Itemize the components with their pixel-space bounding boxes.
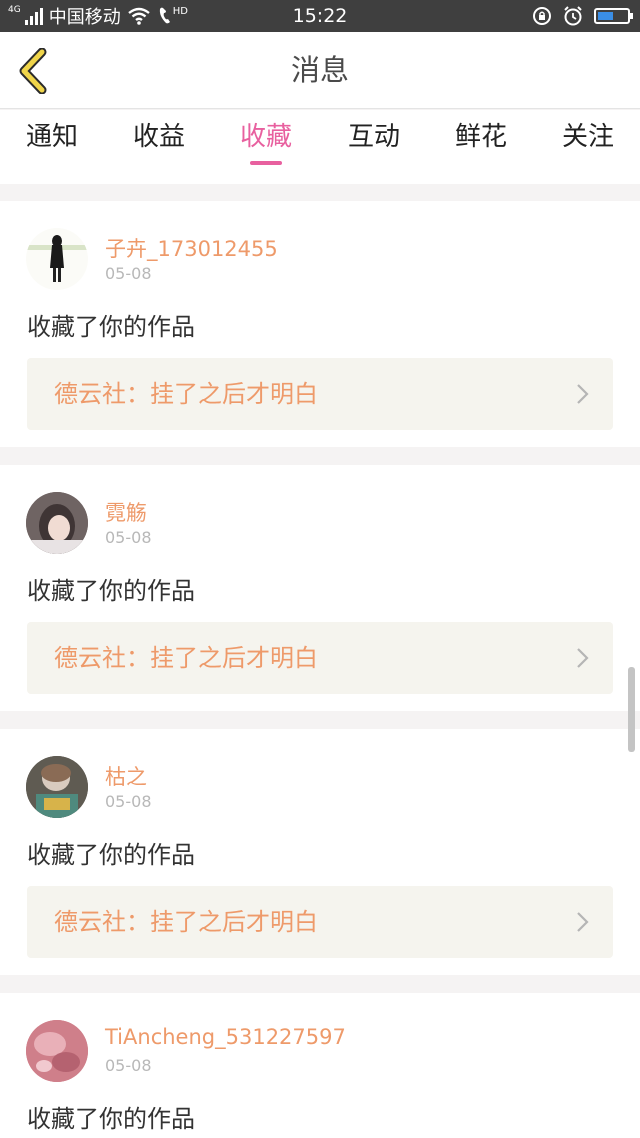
- work-title: 德云社：挂了之后才明白: [54, 908, 318, 936]
- tab-label: 收藏: [239, 122, 292, 152]
- username[interactable]: TiAncheng_531227597: [105, 1025, 346, 1049]
- work-link[interactable]: 德云社：挂了之后才明白: [27, 886, 613, 958]
- message-card: 子卉_173012455 05-08 收藏了你的作品 德云社：挂了之后才明白: [0, 201, 640, 447]
- avatar[interactable]: [26, 756, 88, 818]
- work-link[interactable]: 德云社：挂了之后才明白: [27, 622, 613, 694]
- message-date: 05-08: [105, 792, 152, 811]
- alarm-icon: [564, 6, 582, 26]
- work-title: 德云社：挂了之后才明白: [54, 644, 318, 672]
- rotation-lock-icon: [533, 7, 551, 25]
- tab-favorites[interactable]: 收藏: [221, 110, 311, 184]
- tab-label: 鲜花: [454, 122, 507, 152]
- chevron-right-icon: [577, 648, 589, 668]
- username[interactable]: 霓觞: [105, 497, 147, 527]
- avatar-image: [26, 756, 88, 818]
- tab-flowers[interactable]: 鲜花: [436, 110, 526, 184]
- active-tab-indicator: [250, 161, 282, 165]
- message-action: 收藏了你的作品: [27, 1105, 195, 1133]
- battery-icon: [594, 8, 633, 24]
- username[interactable]: 子卉_173012455: [105, 233, 278, 263]
- work-link[interactable]: 德云社：挂了之后才明白: [27, 358, 613, 430]
- avatar[interactable]: [26, 228, 88, 290]
- page-title: 消息: [290, 53, 349, 87]
- avatar-image: [26, 228, 88, 290]
- tab-notifications[interactable]: 通知: [7, 110, 97, 184]
- app-header: 消息: [0, 32, 640, 109]
- battery-fill: [598, 12, 614, 20]
- status-bar: 4G 中国移动 HD 15:22: [0, 0, 640, 32]
- work-title: 德云社：挂了之后才明白: [54, 380, 318, 408]
- message-date: 05-08: [105, 528, 152, 547]
- tab-label: 互动: [347, 122, 400, 152]
- message-card: TiAncheng_531227597 05-08 收藏了你的作品: [0, 993, 640, 1138]
- avatar-image: [26, 1020, 88, 1082]
- screen: 4G 中国移动 HD 15:22 消息 通知 收益 收藏 互动 鲜花 关注 子卉…: [0, 0, 640, 1138]
- tab-earnings[interactable]: 收益: [114, 110, 204, 184]
- message-action: 收藏了你的作品: [27, 841, 195, 869]
- avatar[interactable]: [26, 492, 88, 554]
- chevron-right-icon: [577, 384, 589, 404]
- message-action: 收藏了你的作品: [27, 577, 195, 605]
- tab-label: 关注: [561, 122, 614, 152]
- tab-label: 通知: [25, 122, 78, 152]
- message-date: 05-08: [105, 264, 152, 283]
- message-date: 05-08: [105, 1056, 152, 1075]
- message-action: 收藏了你的作品: [27, 313, 195, 341]
- status-right: [532, 0, 633, 32]
- scrollbar-thumb[interactable]: [628, 667, 635, 752]
- username[interactable]: 枯之: [105, 761, 147, 791]
- tab-interactions[interactable]: 互动: [329, 110, 419, 184]
- message-card: 枯之 05-08 收藏了你的作品 德云社：挂了之后才明白: [0, 729, 640, 975]
- avatar[interactable]: [26, 1020, 88, 1082]
- tab-bar: 通知 收益 收藏 互动 鲜花 关注: [0, 110, 640, 184]
- avatar-image: [26, 492, 88, 554]
- tab-following[interactable]: 关注: [543, 110, 633, 184]
- message-card: 霓觞 05-08 收藏了你的作品 德云社：挂了之后才明白: [0, 465, 640, 711]
- tab-label: 收益: [132, 122, 185, 152]
- chevron-right-icon: [577, 912, 589, 932]
